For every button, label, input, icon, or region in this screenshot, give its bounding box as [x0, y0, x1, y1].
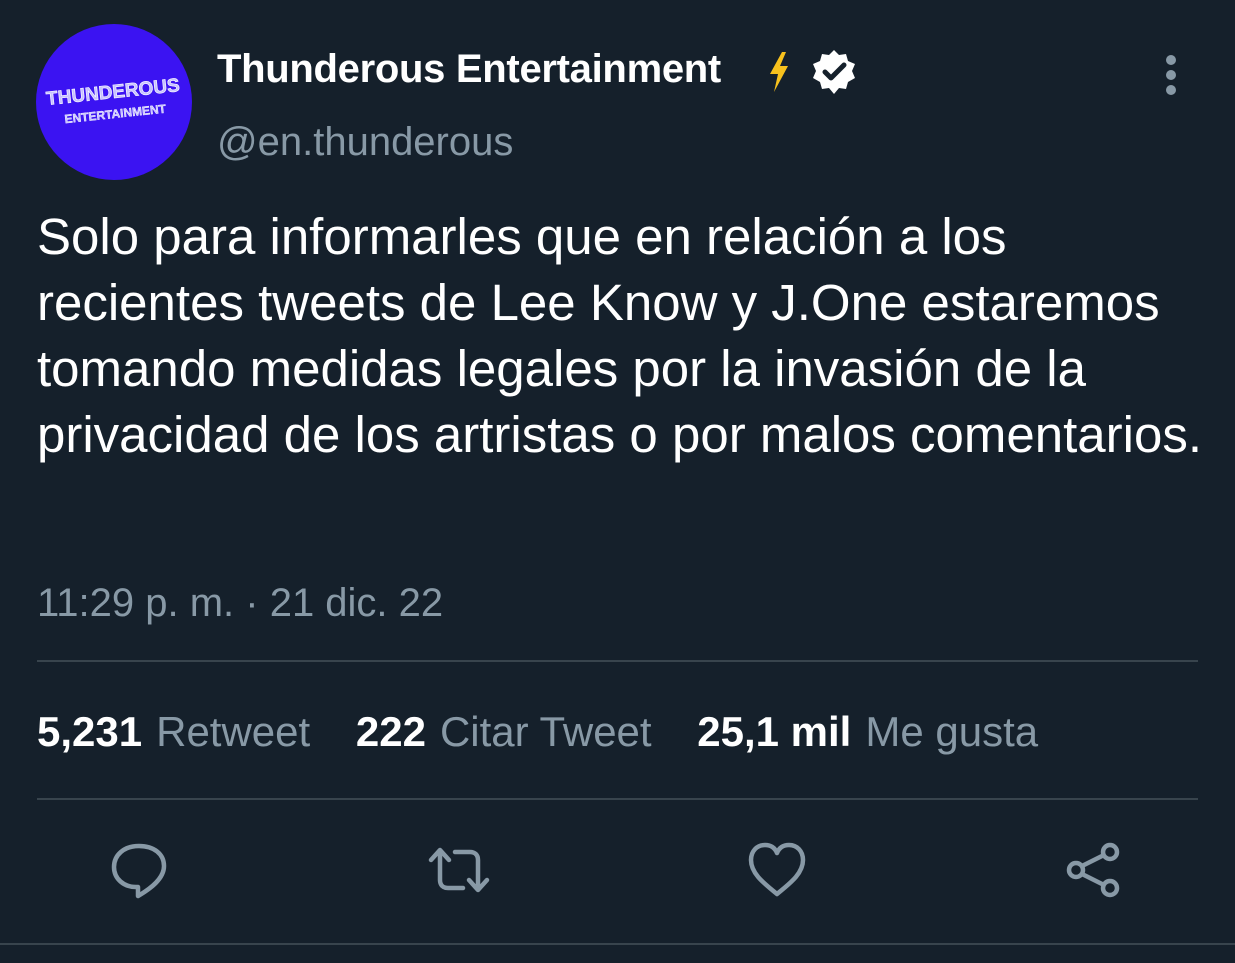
handle[interactable]: @en.thunderous: [217, 117, 513, 167]
divider-middle: [37, 798, 1198, 800]
likes-stat[interactable]: 25,1 mil Me gusta: [697, 708, 1072, 755]
like-icon: [748, 842, 806, 897]
retweet-button[interactable]: [427, 838, 491, 902]
reply-button[interactable]: [107, 838, 171, 902]
quotes-stat[interactable]: 222 Citar Tweet: [356, 708, 697, 755]
display-name[interactable]: Thunderous Entertainment: [217, 44, 721, 94]
share-icon: [1066, 842, 1120, 898]
retweet-icon: [428, 847, 490, 893]
share-button[interactable]: [1062, 838, 1126, 902]
retweets-count: 5,231: [37, 708, 143, 755]
stats-row: 5,231 Retweet 222 Citar Tweet 25,1 mil Me g…: [37, 705, 1072, 759]
tweet-text: Solo para informarles que en relación a …: [37, 208, 1203, 463]
divider-bottom: [0, 943, 1235, 945]
avatar[interactable]: THUNDEROUS ENTERTAINMENT: [36, 24, 192, 180]
verified-icon: [809, 47, 859, 97]
retweets-stat[interactable]: 5,231 Retweet: [37, 708, 356, 755]
thunderous-logo: THUNDEROUS ENTERTAINMENT: [45, 75, 181, 127]
like-button[interactable]: [745, 838, 809, 902]
quotes-label: Citar Tweet: [439, 708, 652, 755]
divider-top: [37, 660, 1198, 662]
likes-count: 25,1 mil: [697, 708, 852, 755]
tweet-timestamp[interactable]: 11:29 p. m. · 21 dic. 22: [37, 577, 443, 629]
retweets-label: Retweet: [156, 708, 311, 755]
quotes-count: 222: [355, 708, 426, 755]
reply-icon: [111, 843, 167, 899]
more-options-icon[interactable]: [1154, 52, 1188, 98]
lightning-icon: [764, 50, 794, 94]
likes-label: Me gusta: [865, 708, 1039, 755]
